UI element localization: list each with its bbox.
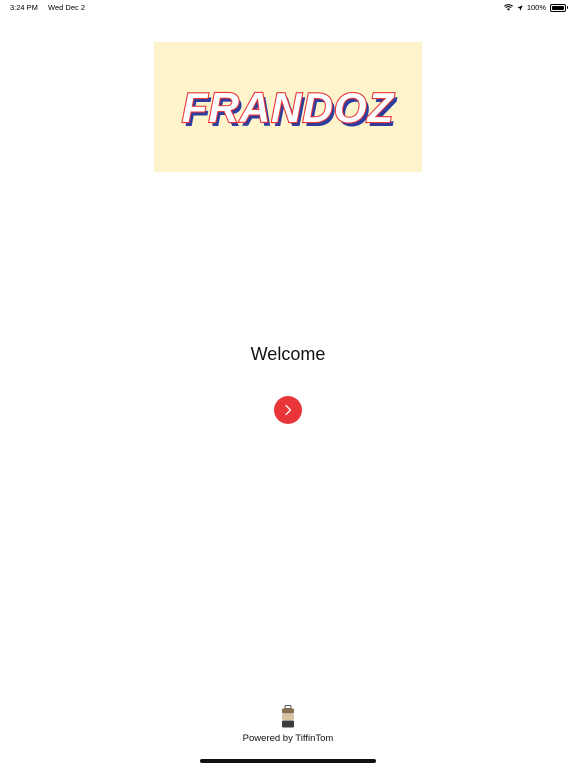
- status-date: Wed Dec 2: [48, 3, 85, 12]
- battery-percent: 100%: [526, 3, 546, 12]
- status-left: 3:24 PM Wed Dec 2: [10, 3, 93, 12]
- powered-by-text: Powered by TiffinTom: [242, 733, 334, 744]
- logo-text: FRANDOZ: [182, 84, 395, 131]
- battery-icon: [550, 3, 568, 12]
- status-bar: 3:24 PM Wed Dec 2 100%: [0, 0, 576, 16]
- battery-fill: [552, 5, 564, 10]
- chevron-right-icon: [285, 404, 292, 416]
- brand-logo: FRANDOZ FRANDOZ: [181, 83, 397, 135]
- welcome-title: Welcome: [250, 344, 326, 364]
- home-indicator[interactable]: [200, 759, 376, 763]
- brand-banner: FRANDOZ FRANDOZ: [154, 42, 422, 172]
- status-time: 3:24 PM: [10, 3, 38, 12]
- wifi-icon: [503, 4, 513, 11]
- tiffin-box-icon: [282, 705, 294, 728]
- status-right: 100%: [503, 3, 568, 12]
- next-button[interactable]: [274, 396, 302, 424]
- location-arrow-icon: [517, 4, 523, 11]
